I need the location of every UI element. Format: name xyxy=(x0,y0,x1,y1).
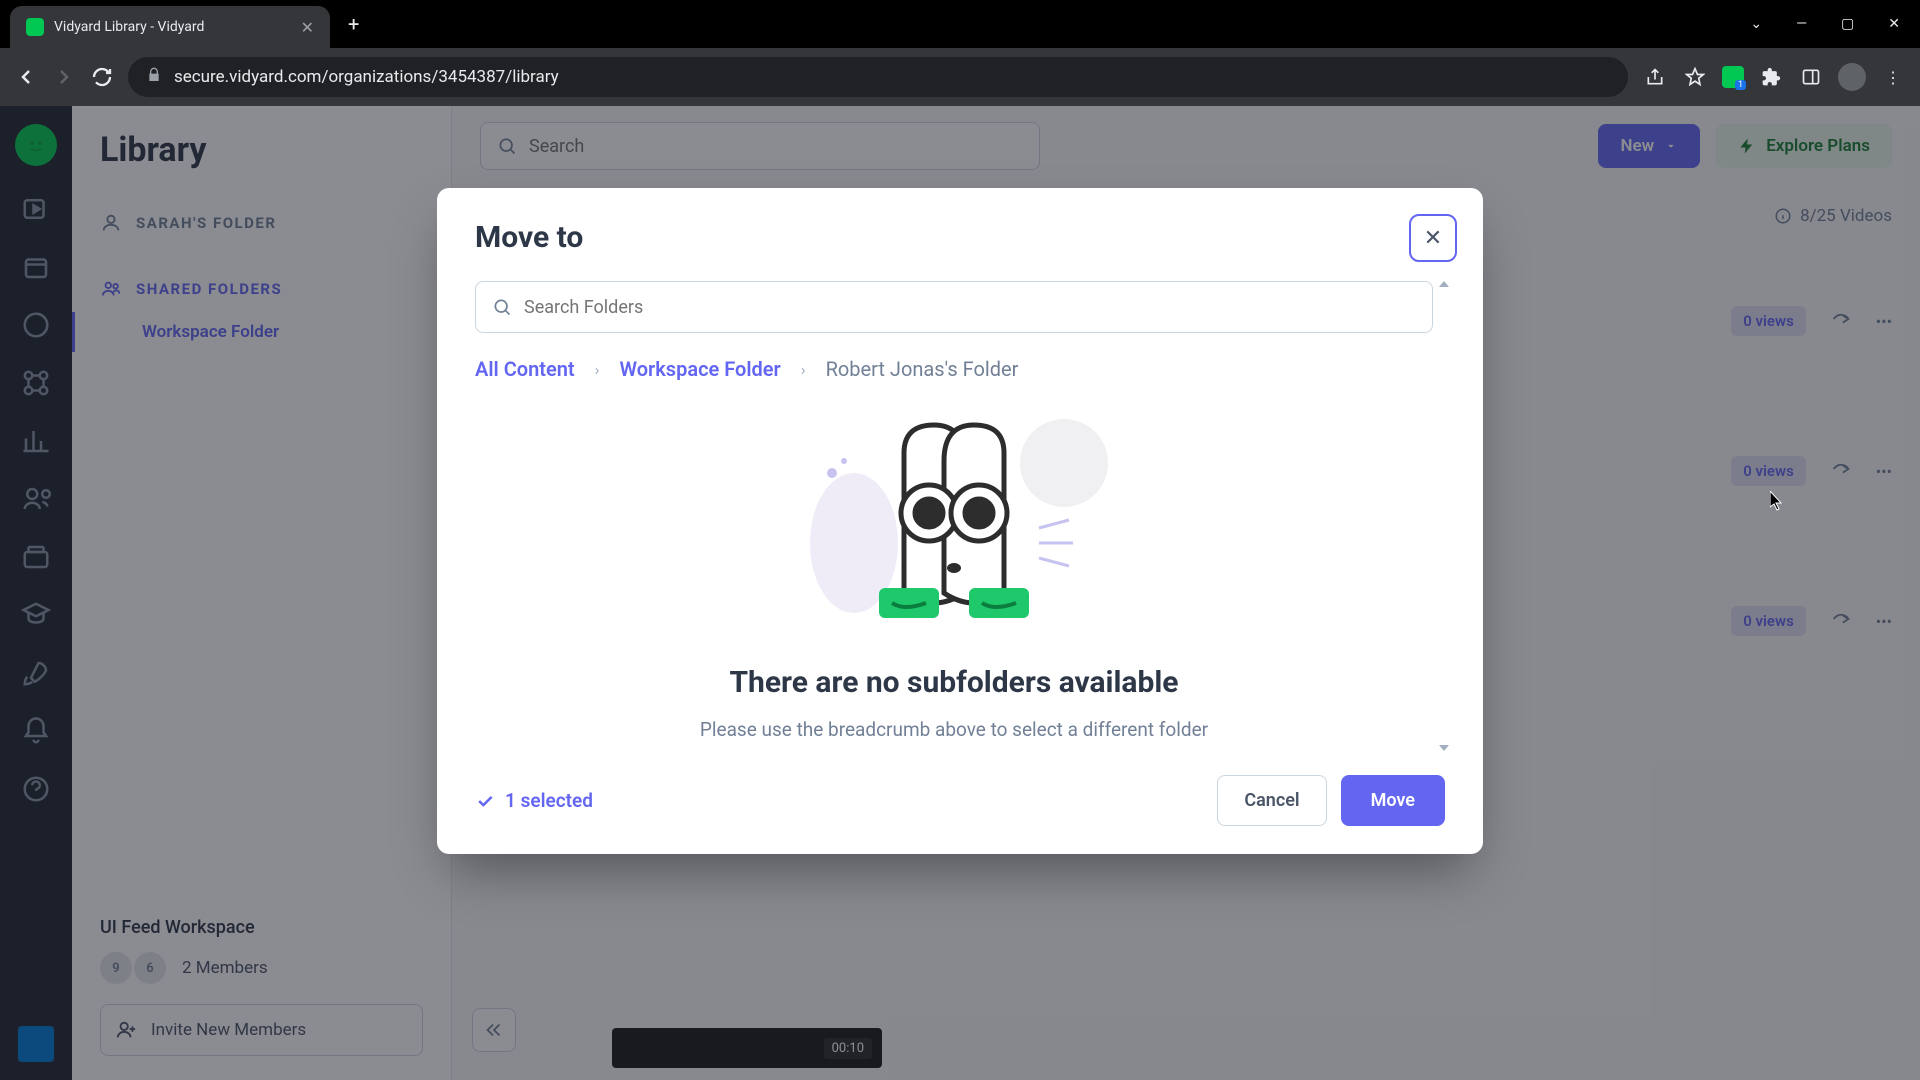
lock-icon xyxy=(146,67,162,88)
share-page-icon[interactable] xyxy=(1642,64,1668,90)
bookmark-icon[interactable] xyxy=(1682,64,1708,90)
window-controls: ⌄ — ▢ ✕ xyxy=(1742,12,1908,36)
browser-tab[interactable]: Vidyard Library - Vidyard ✕ xyxy=(10,6,330,48)
tab-title: Vidyard Library - Vidyard xyxy=(54,19,291,35)
profile-avatar-icon[interactable] xyxy=(1838,63,1866,91)
breadcrumb: All Content › Workspace Folder › Robert … xyxy=(475,357,1433,381)
chevron-right-icon: › xyxy=(595,360,600,379)
scrollbar[interactable] xyxy=(1441,281,1449,751)
move-to-modal: Move to ✕ All Content › Workspace Folder… xyxy=(437,188,1483,854)
address-bar[interactable]: secure.vidyard.com/organizations/3454387… xyxy=(128,57,1628,97)
new-tab-button[interactable]: + xyxy=(348,12,359,36)
maximize-icon[interactable]: ▢ xyxy=(1833,12,1862,36)
forward-button[interactable] xyxy=(52,65,76,89)
empty-state-title: There are no subfolders available xyxy=(475,665,1433,700)
chrome-menu-icon[interactable]: ⋮ xyxy=(1880,64,1906,90)
browser-tab-strip: Vidyard Library - Vidyard ✕ + ⌄ — ▢ ✕ xyxy=(0,0,1920,48)
breadcrumb-workspace-folder[interactable]: Workspace Folder xyxy=(619,357,780,381)
tabs-dropdown-icon[interactable]: ⌄ xyxy=(1742,12,1770,36)
extensions-icon[interactable] xyxy=(1758,64,1784,90)
empty-state-illustration xyxy=(475,413,1433,633)
url-text: secure.vidyard.com/organizations/3454387… xyxy=(174,67,559,87)
check-icon xyxy=(475,791,495,811)
move-button[interactable]: Move xyxy=(1341,775,1445,826)
search-icon xyxy=(492,297,512,317)
favicon-icon xyxy=(26,18,44,36)
selection-count: 1 selected xyxy=(475,789,593,812)
folder-search[interactable] xyxy=(475,281,1433,333)
reload-button[interactable] xyxy=(90,65,114,89)
cancel-button[interactable]: Cancel xyxy=(1217,775,1326,826)
selection-text: 1 selected xyxy=(505,789,593,812)
side-panel-icon[interactable] xyxy=(1798,64,1824,90)
minimize-icon[interactable]: — xyxy=(1788,12,1815,36)
modal-title: Move to xyxy=(475,220,1445,255)
tab-close-icon[interactable]: ✕ xyxy=(301,18,314,37)
empty-state-subtitle: Please use the breadcrumb above to selec… xyxy=(475,718,1433,741)
browser-actions: ⋮ xyxy=(1642,63,1906,91)
close-window-icon[interactable]: ✕ xyxy=(1880,12,1908,36)
breadcrumb-current: Robert Jonas's Folder xyxy=(826,357,1019,381)
back-button[interactable] xyxy=(14,65,38,89)
modal-close-button[interactable]: ✕ xyxy=(1409,214,1457,262)
modal-footer: 1 selected Cancel Move xyxy=(475,775,1445,826)
breadcrumb-all-content[interactable]: All Content xyxy=(475,357,575,381)
chevron-right-icon: › xyxy=(801,360,806,379)
extension-badge-icon[interactable] xyxy=(1722,66,1744,88)
browser-toolbar: secure.vidyard.com/organizations/3454387… xyxy=(0,48,1920,106)
folder-search-input[interactable] xyxy=(524,297,1416,318)
modal-backdrop[interactable]: Move to ✕ All Content › Workspace Folder… xyxy=(0,106,1920,1080)
